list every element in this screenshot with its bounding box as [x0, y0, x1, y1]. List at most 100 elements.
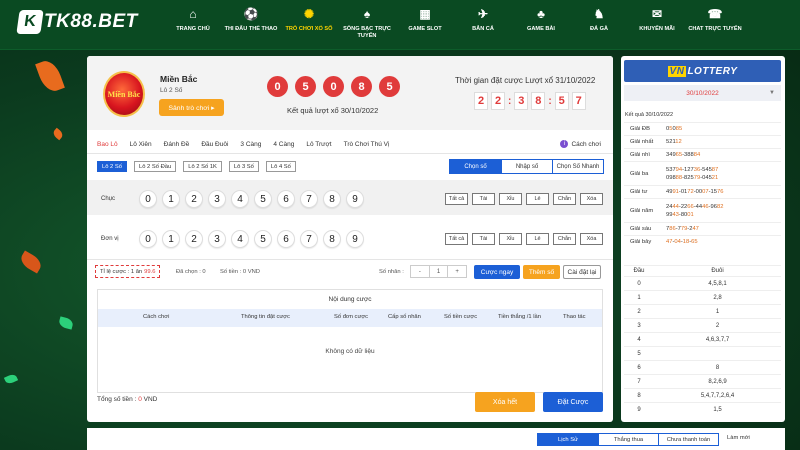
nav-item-label: TRÒ CHƠI XỔ SỐ	[285, 26, 333, 32]
digit-ball[interactable]: 4	[231, 230, 249, 248]
digit-ball[interactable]: 3	[208, 190, 226, 208]
quick-button[interactable]: Lẻ	[526, 233, 549, 245]
nav-item-0[interactable]: ⌂ TRANG CHỦ	[164, 6, 222, 40]
nav-item-5[interactable]: ✈ BẮN CÁ	[454, 6, 512, 40]
tab-2[interactable]: Đánh Đề	[164, 141, 190, 148]
quick-button[interactable]: Xỉu	[499, 193, 522, 205]
guide-link[interactable]: i Cách chơi	[560, 140, 601, 148]
nav-item-2[interactable]: ✺ TRÒ CHƠI XỔ SỐ	[280, 6, 338, 40]
nav-item-1[interactable]: ⚽ THI ĐẤU THỂ THAO	[222, 6, 280, 40]
result-ball: 5	[379, 76, 400, 97]
quick-button[interactable]: Lẻ	[526, 193, 549, 205]
quick-button[interactable]: Xỉu	[499, 233, 522, 245]
digit-ball[interactable]: 4	[231, 190, 249, 208]
tab-6[interactable]: Lô Trượt	[306, 141, 331, 148]
nav-item-6[interactable]: ♣ GAME BÀI	[512, 6, 570, 40]
quick-button[interactable]: Chẵn	[553, 193, 576, 205]
digit-ball[interactable]: 2	[185, 190, 203, 208]
quick-button[interactable]: Xóa	[580, 193, 603, 205]
table-header-cell: Số đơn cược	[334, 314, 369, 320]
head-digit: 2	[637, 308, 641, 315]
quick-button[interactable]: Tất cả	[445, 233, 468, 245]
bottom-tab-1[interactable]: Thắng thua	[598, 434, 658, 445]
digit-ball[interactable]: 8	[323, 190, 341, 208]
mode-2[interactable]: Chọn Số Nhanh	[552, 160, 603, 173]
plus-button[interactable]: +	[448, 266, 466, 277]
tab-7[interactable]: Trò Chơi Thú Vị	[344, 141, 390, 148]
result-balls: 05085	[267, 76, 400, 97]
nav-item-7[interactable]: ♞ ĐÁ GÀ	[570, 6, 628, 40]
digit-ball[interactable]: 1	[162, 190, 180, 208]
row-gap	[87, 217, 613, 220]
head-digit: 1	[637, 294, 641, 301]
prize-name: Giải nhì	[630, 152, 650, 158]
reset-button[interactable]: Cài đặt lại	[563, 265, 601, 279]
subtype-tabs: Lô 2 Số Lô 2 Số Đầu Lô 2 Số 1K Lô 3 Số Lô 4 …	[97, 161, 296, 172]
add-number-button[interactable]: Thêm số	[523, 265, 560, 279]
tail-digits: 1,5	[713, 406, 722, 413]
bottom-tab-2[interactable]: Chưa thanh toán	[658, 434, 718, 445]
nav-item-3[interactable]: ♠ SÒNG BẠC TRỰC TUYẾN	[338, 6, 396, 40]
tail-digits: 4,5,8,1	[708, 280, 727, 287]
quick-button[interactable]: Xóa	[580, 233, 603, 245]
site-logo[interactable]: K TK88.BET	[16, 10, 138, 34]
digit-ball[interactable]: 6	[277, 230, 295, 248]
nav-item-4[interactable]: ▦ GAME SLOT	[396, 6, 454, 40]
tab-5[interactable]: 4 Càng	[273, 141, 294, 148]
subtab-3[interactable]: Lô 3 Số	[228, 161, 259, 172]
quick-button[interactable]: Chẵn	[553, 233, 576, 245]
date-select[interactable]: 30/10/2022 ▼	[624, 85, 781, 101]
nav-item-8[interactable]: ✉ KHUYẾN MÃI	[628, 6, 686, 40]
digit-ball[interactable]: 9	[346, 230, 364, 248]
tab-0[interactable]: Bao Lô	[97, 141, 118, 148]
digit-ball[interactable]: 7	[300, 190, 318, 208]
prize-line: 4991-0172-0007-1576	[666, 188, 781, 196]
result-ball: 5	[295, 76, 316, 97]
place-bet-button[interactable]: Đặt Cược	[543, 392, 603, 412]
subtab-0[interactable]: Lô 2 Số	[97, 161, 127, 172]
total-amount: Tổng số tiền : 0 VND	[97, 396, 157, 403]
subtab-2[interactable]: Lô 2 Số 1K	[183, 161, 222, 172]
prize-segment: 098	[666, 174, 676, 181]
bet-now-button[interactable]: Cược ngay	[474, 265, 520, 279]
tab-1[interactable]: Lô Xiên	[130, 141, 152, 148]
head-digit: 8	[637, 392, 641, 399]
head-tail-header-cell: Đầu	[633, 268, 645, 274]
logo-mark: K	[16, 10, 44, 34]
quick-button[interactable]: Tài	[472, 193, 495, 205]
multiplier-input[interactable]: 1	[428, 266, 449, 277]
subtab-4[interactable]: Lô 4 Số	[265, 161, 296, 172]
digit-ball[interactable]: 2	[185, 230, 203, 248]
digit-ball[interactable]: 5	[254, 190, 272, 208]
digit-ball[interactable]: 0	[139, 230, 157, 248]
digit-ball[interactable]: 8	[323, 230, 341, 248]
quick-button[interactable]: Tài	[472, 233, 495, 245]
tail-digits: 4,6,3,7,7	[705, 336, 730, 343]
digit-ball[interactable]: 1	[162, 230, 180, 248]
digit-ball[interactable]: 9	[346, 190, 364, 208]
quick-button[interactable]: Tất cả	[445, 193, 468, 205]
head-digit: 0	[637, 280, 641, 287]
prize-segment: 349	[666, 152, 676, 158]
refresh-link[interactable]: Làm mới	[727, 435, 750, 441]
lobby-button[interactable]: Sảnh trò chơi ▸	[159, 99, 224, 116]
bottom-tab-0[interactable]: Lịch Sử	[538, 434, 598, 445]
digit-ball[interactable]: 0	[139, 190, 157, 208]
head-tail-row: 1 2,8	[624, 290, 781, 304]
digit-ball[interactable]: 6	[277, 190, 295, 208]
clear-all-button[interactable]: Xóa hết	[475, 392, 535, 412]
bottom-bar: Lịch Sử Thắng thua Chưa thanh toán Làm mới	[87, 428, 785, 450]
bet-amount: Số tiền : 0 VND	[220, 269, 260, 275]
mode-1[interactable]: Nhập số	[501, 160, 552, 173]
digit-ball[interactable]: 7	[300, 230, 318, 248]
gift-icon: ✉	[651, 6, 663, 21]
nav-item-9[interactable]: ☎ CHAT TRỰC TUYẾN	[686, 6, 744, 40]
digit-ball[interactable]: 3	[208, 230, 226, 248]
tab-4[interactable]: 3 Càng	[240, 141, 261, 148]
digit-ball[interactable]: 5	[254, 230, 272, 248]
prize-numbers: 4991-0172-0007-1576	[662, 188, 781, 196]
minus-button[interactable]: -	[411, 266, 429, 277]
subtab-1[interactable]: Lô 2 Số Đầu	[133, 161, 177, 172]
mode-0[interactable]: Chọn số	[450, 160, 501, 173]
tab-3[interactable]: Đầu Đuôi	[201, 141, 228, 148]
